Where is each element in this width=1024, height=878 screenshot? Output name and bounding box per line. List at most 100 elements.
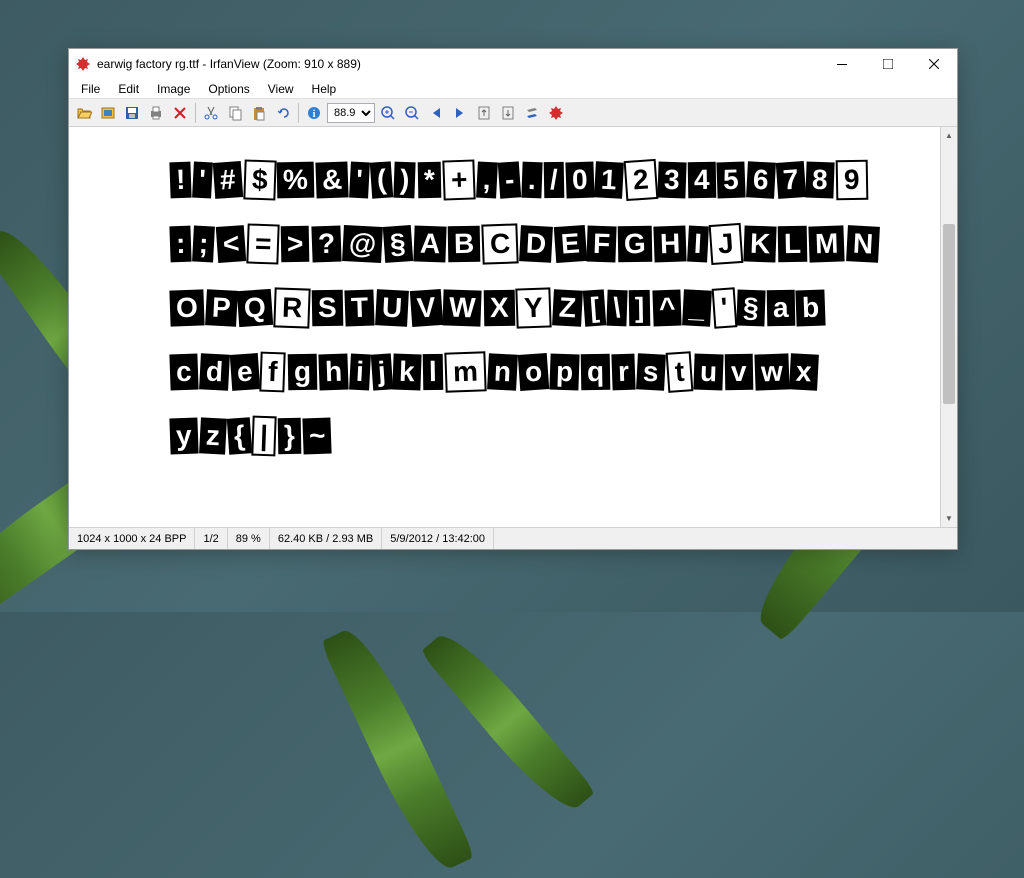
copy-button[interactable] xyxy=(224,102,246,124)
next-page-button[interactable] xyxy=(497,102,519,124)
svg-text:i: i xyxy=(313,109,316,120)
next-image-button[interactable] xyxy=(449,102,471,124)
glyph: r xyxy=(611,354,635,391)
glyph: 0 xyxy=(565,162,594,199)
toolbar-separator xyxy=(298,103,299,123)
glyph: U xyxy=(375,289,409,327)
glyph: 5 xyxy=(717,162,746,199)
app-icon xyxy=(75,56,91,72)
glyph: ] xyxy=(629,290,651,326)
status-zoom: 89 % xyxy=(228,528,270,549)
glyph: t xyxy=(665,351,693,393)
glyph: u xyxy=(693,354,723,391)
glyph: a xyxy=(766,290,794,326)
status-size: 62.40 KB / 2.93 MB xyxy=(270,528,382,549)
undo-button[interactable] xyxy=(272,102,294,124)
glyph: § xyxy=(737,290,766,327)
glyph: @ xyxy=(342,225,383,263)
minimize-button[interactable] xyxy=(819,49,865,79)
glyph: ^ xyxy=(652,290,682,327)
glyph: 7 xyxy=(775,161,805,199)
glyph: 9 xyxy=(835,160,867,201)
glyph: ' xyxy=(349,162,370,199)
prev-image-button[interactable] xyxy=(425,102,447,124)
glyph: ; xyxy=(192,225,215,262)
close-button[interactable] xyxy=(911,49,957,79)
glyph: . xyxy=(521,162,542,199)
menu-view[interactable]: View xyxy=(260,80,302,98)
vertical-scrollbar[interactable]: ▲ ▼ xyxy=(940,127,957,527)
glyph: [ xyxy=(583,289,607,326)
glyph: 8 xyxy=(806,162,835,199)
glyph: V xyxy=(409,289,442,327)
glyph: ) xyxy=(394,162,417,199)
scroll-down-arrow[interactable]: ▼ xyxy=(941,510,957,527)
maximize-button[interactable] xyxy=(865,49,911,79)
glyph: Q xyxy=(237,289,273,327)
glyph: M xyxy=(809,225,846,262)
cut-button[interactable] xyxy=(200,102,222,124)
glyph: X xyxy=(483,290,514,327)
glyph: ~ xyxy=(303,418,333,455)
delete-button[interactable] xyxy=(169,102,191,124)
settings-button[interactable] xyxy=(521,102,543,124)
scroll-track[interactable] xyxy=(941,144,957,510)
glyph: j xyxy=(370,353,392,390)
glyph: D xyxy=(520,225,554,263)
paste-button[interactable] xyxy=(248,102,270,124)
toolbar: i 88.9 xyxy=(69,99,957,127)
glyph: + xyxy=(442,159,476,200)
glyph: y xyxy=(169,418,198,455)
glyph: A xyxy=(413,225,446,262)
glyph: < xyxy=(215,225,246,263)
menu-options[interactable]: Options xyxy=(200,80,257,98)
menu-file[interactable]: File xyxy=(73,80,108,98)
irfanview-icon[interactable] xyxy=(545,102,567,124)
glyph: ( xyxy=(370,161,394,198)
zoom-out-button[interactable] xyxy=(401,102,423,124)
menu-help[interactable]: Help xyxy=(304,80,345,98)
glyph: 2 xyxy=(623,159,657,201)
slideshow-button[interactable] xyxy=(97,102,119,124)
scroll-thumb[interactable] xyxy=(943,224,955,404)
glyph: b xyxy=(796,290,826,327)
glyph: J xyxy=(709,223,743,265)
glyph: m xyxy=(444,351,486,392)
titlebar[interactable]: earwig factory rg.ttf - IrfanView (Zoom:… xyxy=(69,49,957,79)
glyph: 4 xyxy=(688,162,716,198)
prev-page-button[interactable] xyxy=(473,102,495,124)
status-dimensions: 1024 x 1000 x 24 BPP xyxy=(69,528,195,549)
glyph: ' xyxy=(192,162,213,199)
glyph: § xyxy=(383,225,413,263)
glyph: / xyxy=(543,162,563,198)
glyph: I xyxy=(688,226,710,263)
print-button[interactable] xyxy=(145,102,167,124)
glyph: ! xyxy=(169,162,192,199)
glyph: _ xyxy=(682,289,711,326)
glyph: # xyxy=(213,161,243,199)
zoom-select[interactable]: 88.9 xyxy=(327,103,375,123)
glyph: i xyxy=(349,354,371,391)
open-button[interactable] xyxy=(73,102,95,124)
glyph: l xyxy=(423,354,443,390)
statusbar: 1024 x 1000 x 24 BPP 1/2 89 % 62.40 KB /… xyxy=(69,527,957,549)
window-title: earwig factory rg.ttf - IrfanView (Zoom:… xyxy=(97,57,361,71)
glyph: % xyxy=(277,162,315,199)
status-datetime: 5/9/2012 / 13:42:00 xyxy=(382,528,494,549)
glyph: ? xyxy=(311,226,341,263)
glyph: & xyxy=(315,161,348,198)
menu-edit[interactable]: Edit xyxy=(110,80,147,98)
save-button[interactable] xyxy=(121,102,143,124)
glyph: k xyxy=(393,354,422,391)
glyph: | xyxy=(252,416,277,457)
glyph: 6 xyxy=(746,161,775,198)
zoom-in-button[interactable] xyxy=(377,102,399,124)
scroll-up-arrow[interactable]: ▲ xyxy=(941,127,957,144)
font-preview: !'#$%&'()*+,-./0123456789:;<=>?@§ABCDEFG… xyxy=(169,157,900,473)
image-canvas[interactable]: !'#$%&'()*+,-./0123456789:;<=>?@§ABCDEFG… xyxy=(69,127,940,527)
glyph: Y xyxy=(516,287,552,328)
glyph: 1 xyxy=(594,161,623,198)
info-button[interactable]: i xyxy=(303,102,325,124)
glyph: 3 xyxy=(658,162,687,199)
menu-image[interactable]: Image xyxy=(149,80,198,98)
